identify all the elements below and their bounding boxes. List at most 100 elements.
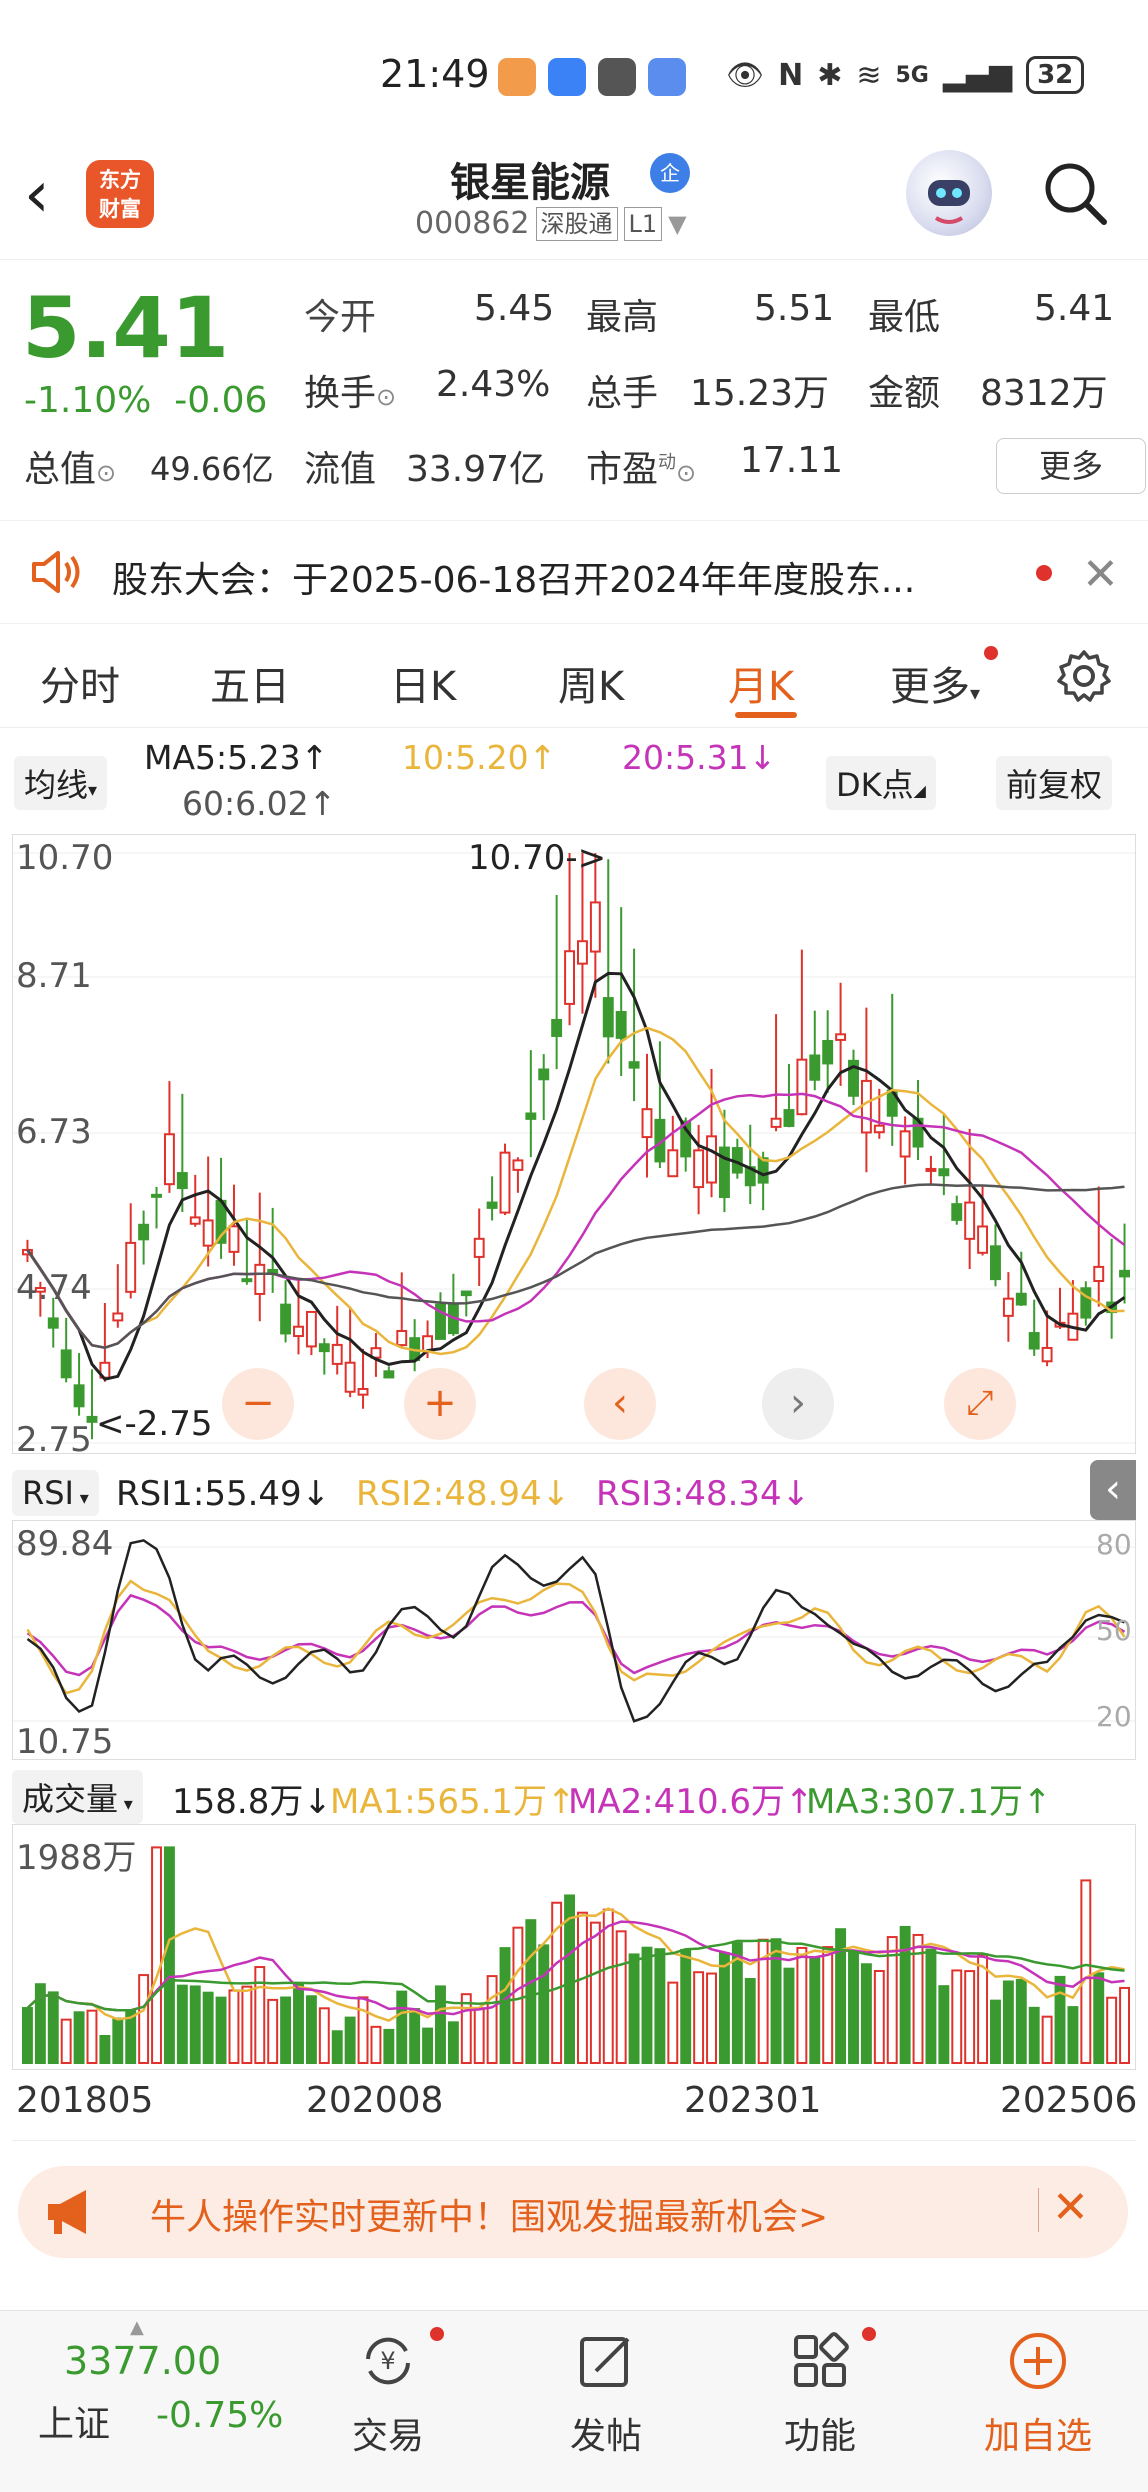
- volume-bar: [512, 1926, 524, 2064]
- volume-bar: [860, 1963, 872, 2064]
- turnover-label[interactable]: 换手⊙: [304, 364, 396, 416]
- stock-name: 银星能源: [450, 160, 610, 206]
- change-amount: -0.06: [174, 380, 268, 421]
- candle-body: [486, 1201, 498, 1209]
- candle-body: [512, 1159, 524, 1171]
- kline-chart[interactable]: [12, 834, 1136, 1454]
- volume-bar: [873, 1969, 885, 2064]
- volume-bar: [744, 1977, 756, 2064]
- edit-icon: [580, 2337, 630, 2387]
- tab-intraday[interactable]: 分时: [40, 654, 120, 712]
- zoom-in-button[interactable]: +: [404, 1368, 476, 1440]
- svg-text:¥: ¥: [380, 2347, 395, 2375]
- volume-label: 总手: [586, 373, 659, 414]
- fullscreen-icon[interactable]: ⤢: [944, 1368, 1016, 1440]
- back-button[interactable]: ‹: [24, 160, 50, 230]
- nav-post[interactable]: 发帖: [536, 2329, 676, 2459]
- tab-monthly-k[interactable]: 月K: [728, 654, 794, 712]
- tab-weekly-k[interactable]: 周K: [558, 654, 624, 712]
- dk-label: DK点: [836, 766, 914, 804]
- dropdown-icon: ▾: [73, 1488, 89, 1509]
- candle-body: [1028, 1332, 1040, 1350]
- tab-daily-k[interactable]: 日K: [390, 654, 456, 712]
- candle-body: [163, 1133, 175, 1186]
- candle-body: [964, 1201, 976, 1240]
- close-icon[interactable]: ✕: [1052, 2182, 1089, 2233]
- candle-body: [254, 1263, 266, 1295]
- volume-bar: [318, 2007, 330, 2064]
- stock-code-row[interactable]: 000862 深股通 L1 ▼: [415, 206, 687, 241]
- more-button[interactable]: 更多: [996, 438, 1146, 494]
- volume-bar: [241, 1985, 253, 2065]
- tab-five-day[interactable]: 五日: [210, 654, 290, 712]
- volume-bar: [73, 2011, 85, 2065]
- nav-trade-label: 交易: [351, 2416, 424, 2457]
- x-label: 202008: [306, 2080, 444, 2121]
- volume-bar: [538, 1944, 550, 2064]
- nav-add-label: 加自选: [983, 2416, 1092, 2457]
- volume-bar: [783, 1967, 795, 2064]
- trade-dot: [430, 2327, 444, 2341]
- volume-chart[interactable]: [12, 1824, 1136, 2070]
- volume-bar: [486, 1975, 498, 2064]
- nav-add-watchlist[interactable]: 加自选: [968, 2329, 1108, 2459]
- volume-bar: [1041, 2015, 1053, 2064]
- rsi-selector[interactable]: RSI ▾: [12, 1470, 99, 1516]
- volume-bar: [383, 2028, 395, 2065]
- dk-point-toggle[interactable]: DK点◢: [826, 756, 936, 810]
- grid-icon: [794, 2332, 849, 2387]
- search-icon[interactable]: [1040, 158, 1110, 228]
- turnover-label-text: 换手: [304, 373, 377, 414]
- gear-icon[interactable]: [1056, 648, 1112, 708]
- pe-superscript: 动: [658, 452, 677, 473]
- pe-label[interactable]: 市盈动⊙: [586, 440, 696, 492]
- adjust-price-toggle[interactable]: 前复权: [996, 756, 1113, 810]
- volume-bar: [422, 2027, 434, 2065]
- candle-body: [473, 1237, 485, 1258]
- bottom-nav: ▲ 3377.00 上证 -0.75% ¥ 交易 发帖 功能 加自选: [0, 2310, 1148, 2492]
- rsi3-value: RSI3:48.34↓: [596, 1474, 811, 1514]
- zoom-out-button[interactable]: −: [222, 1368, 294, 1440]
- candlestick-svg: [13, 852, 1135, 1444]
- scroll-left-button[interactable]: ‹: [584, 1368, 656, 1440]
- mktcap-label[interactable]: 总值⊙: [24, 440, 116, 492]
- x-label: 201805: [16, 2080, 154, 2121]
- notice-bar[interactable]: 股东大会：于2025-06-18召开2024年年度股东... ✕: [0, 520, 1148, 624]
- divider: [1038, 2188, 1039, 2232]
- indicator-selector[interactable]: 均线▾: [14, 756, 108, 810]
- unread-dot: [1036, 565, 1052, 581]
- tab-more-label: 更多: [890, 664, 970, 710]
- volume-bar: [706, 1972, 717, 2064]
- pe-label-text: 市盈: [586, 449, 659, 490]
- yen-cycle-icon: ¥: [366, 2337, 410, 2385]
- market-tag: 深股通: [535, 206, 618, 241]
- tab-more[interactable]: 更多▾: [890, 654, 980, 712]
- volume-bar: [409, 2008, 421, 2065]
- app-notification-icon: [548, 58, 586, 96]
- volume-bar: [396, 1990, 408, 2065]
- assistant-robot-icon[interactable]: [906, 150, 992, 236]
- candle-body: [1002, 1297, 1014, 1317]
- promo-banner[interactable]: 牛人操作实时更新中！围观发掘最新机会> ✕: [18, 2166, 1128, 2258]
- index-value[interactable]: 3377.00: [64, 2339, 221, 2383]
- volume-bar: [22, 2007, 33, 2064]
- candle-body: [112, 1312, 124, 1322]
- volume-bar: [809, 1956, 821, 2064]
- eye-icon: 👁: [726, 57, 765, 93]
- ma-line: [26, 1026, 1125, 1356]
- volume-selector[interactable]: 成交量 ▾: [12, 1770, 143, 1824]
- scroll-right-button[interactable]: ›: [762, 1368, 834, 1440]
- speaker-icon: [28, 547, 82, 601]
- nav-function[interactable]: 功能: [750, 2329, 890, 2459]
- nav-trade[interactable]: ¥ 交易: [318, 2329, 458, 2459]
- x-label: 202301: [684, 2080, 822, 2121]
- rsi2-value: RSI2:48.94↓: [356, 1474, 571, 1514]
- rsi-chart[interactable]: [12, 1520, 1136, 1760]
- volume-bar: [112, 2017, 124, 2064]
- volume-bar: [435, 1985, 446, 2064]
- close-icon[interactable]: ✕: [1082, 549, 1119, 600]
- candle-body: [1015, 1292, 1027, 1306]
- candle-body: [706, 1135, 717, 1184]
- volume-bar: [602, 1908, 614, 2064]
- signal-icon: 5G: [895, 62, 929, 88]
